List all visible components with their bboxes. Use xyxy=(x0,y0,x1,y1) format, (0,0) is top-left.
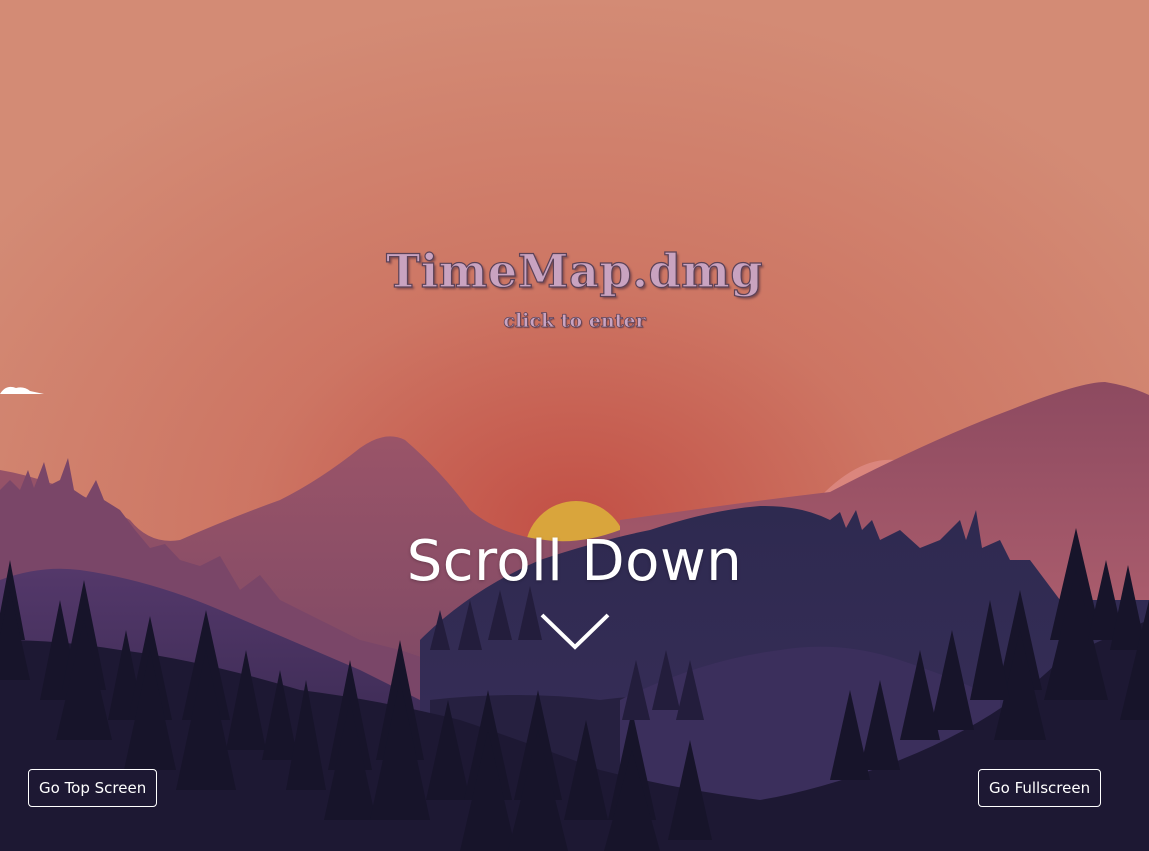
landing-scene: TimeMap.dmg click to enter Scroll Down G… xyxy=(0,0,1149,851)
scroll-down-label: Scroll Down xyxy=(406,529,743,594)
mountain-landscape-illustration xyxy=(0,0,1149,851)
site-title: TimeMap.dmg xyxy=(385,243,764,298)
go-top-screen-button[interactable]: Go Top Screen xyxy=(28,769,158,807)
click-to-enter-hint: click to enter xyxy=(503,310,646,333)
chevron-down-icon xyxy=(540,613,609,650)
enter-site-link[interactable]: TimeMap.dmg click to enter xyxy=(0,240,1149,332)
go-fullscreen-button[interactable]: Go Fullscreen xyxy=(978,769,1102,807)
scroll-down-prompt[interactable]: Scroll Down xyxy=(0,527,1149,653)
